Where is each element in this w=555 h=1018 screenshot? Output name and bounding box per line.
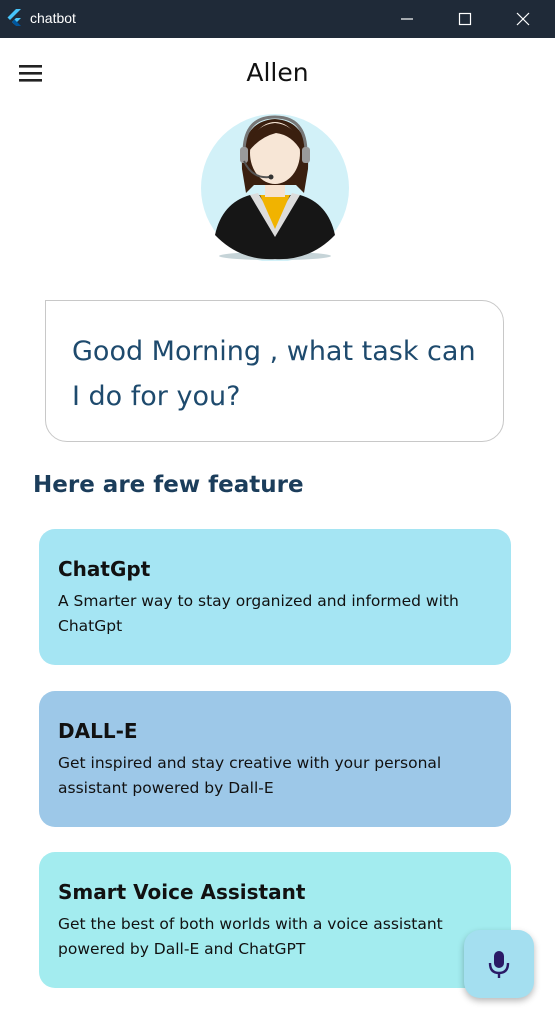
window-title: chatbot	[30, 10, 76, 26]
window-titlebar: chatbot	[0, 0, 555, 38]
microphone-button[interactable]	[464, 930, 534, 998]
feature-title: ChatGpt	[58, 557, 151, 581]
maximize-icon	[458, 12, 472, 26]
minimize-button[interactable]	[378, 0, 436, 38]
greeting-bubble: Good Morning , what task can I do for yo…	[45, 300, 504, 442]
flutter-icon	[7, 9, 21, 26]
assistant-avatar	[201, 114, 349, 261]
feature-description: Get the best of both worlds with a voice…	[58, 915, 443, 958]
maximize-button[interactable]	[436, 0, 494, 38]
feature-card-smart-voice-assistant[interactable]: Smart Voice Assistant Get the best of bo…	[39, 852, 511, 988]
feature-description: Get inspired and stay creative with your…	[58, 754, 442, 797]
feature-title: Smart Voice Assistant	[58, 880, 306, 904]
features-heading: Here are few feature	[33, 472, 304, 498]
microphone-icon	[488, 951, 510, 978]
feature-description: A Smarter way to stay organized and info…	[58, 592, 459, 635]
feature-title: DALL-E	[58, 719, 138, 743]
feature-card-chatgpt[interactable]: ChatGpt A Smarter way to stay organized …	[39, 529, 511, 665]
minimize-icon	[401, 18, 413, 20]
app-title: Allen	[246, 58, 309, 87]
close-button[interactable]	[494, 0, 552, 38]
greeting-text: Good Morning , what task can I do for yo…	[72, 336, 476, 412]
close-icon	[516, 12, 530, 26]
feature-card-dall-e[interactable]: DALL-E Get inspired and stay creative wi…	[39, 691, 511, 827]
